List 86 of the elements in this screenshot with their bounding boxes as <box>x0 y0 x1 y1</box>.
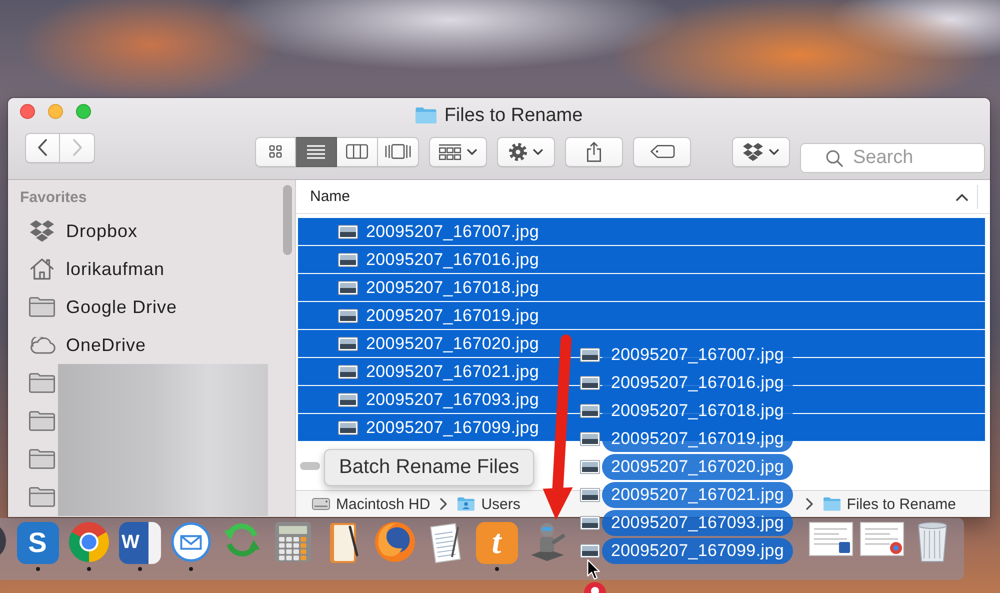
search-field[interactable]: Search <box>800 142 985 173</box>
folder-icon <box>415 107 438 124</box>
share-icon <box>587 142 601 162</box>
document-thumbnail-icon[interactable] <box>808 522 852 556</box>
file-name-pill: 20095207_167093.jpg <box>602 510 794 536</box>
file-name[interactable]: 20095207_167019.jpg <box>366 306 540 326</box>
tag-icon <box>650 145 674 158</box>
calculator-icon[interactable] <box>274 522 310 562</box>
gallery-view-button[interactable] <box>378 136 419 167</box>
back-button[interactable] <box>25 132 60 163</box>
image-file-icon <box>338 364 358 378</box>
image-file-icon <box>338 252 358 266</box>
path-item[interactable]: Macintosh HD <box>312 496 430 512</box>
list-icon <box>307 144 325 159</box>
file-name[interactable]: 20095207_167018.jpg <box>366 278 540 298</box>
tag-button[interactable] <box>633 136 691 167</box>
wheel-icon[interactable] <box>68 522 108 562</box>
image-file-icon <box>580 544 600 558</box>
file-name-pill: 20095207_167020.jpg <box>602 454 794 480</box>
grid-icon <box>269 145 282 158</box>
image-file-icon <box>338 336 358 350</box>
folder-icon <box>29 411 55 431</box>
file-name[interactable]: 20095207_167020.jpg <box>366 334 540 354</box>
close-button[interactable] <box>20 104 35 119</box>
folder-icon <box>29 373 55 393</box>
arrange-button[interactable] <box>429 136 487 167</box>
app-tile[interactable]: W <box>118 522 160 564</box>
zoom-button[interactable] <box>76 104 91 119</box>
folder-icon <box>29 297 55 317</box>
dropbox-button[interactable] <box>732 136 790 167</box>
image-file-icon <box>580 432 600 446</box>
file-name[interactable]: 20095207_167021.jpg <box>366 362 540 382</box>
image-file-icon <box>580 376 600 390</box>
home-icon <box>30 258 54 280</box>
image-file-icon <box>338 224 358 238</box>
share-button[interactable] <box>565 136 623 167</box>
file-name[interactable]: 20095207_167099.jpg <box>366 418 540 438</box>
sidebar-item[interactable]: Google Drive <box>8 288 283 326</box>
chevron-icon <box>440 498 448 510</box>
scrollbar-thumb[interactable] <box>300 462 320 470</box>
app-tile[interactable]: S <box>16 522 58 564</box>
image-file-icon <box>580 460 600 474</box>
image-file-icon <box>338 280 358 294</box>
folder-icon <box>29 487 55 507</box>
dropbox-icon <box>30 220 54 242</box>
scrollbar-thumb[interactable] <box>283 185 292 255</box>
path-item[interactable]: Users <box>457 496 520 512</box>
cursor-icon <box>587 559 600 580</box>
search-icon <box>826 150 843 167</box>
sidebar-item[interactable]: OneDrive <box>8 326 283 364</box>
folder-icon <box>29 449 55 469</box>
envelope-icon[interactable] <box>170 522 210 562</box>
sidebar-item[interactable]: Dropbox <box>8 212 283 250</box>
file-name-pill: 20095207_167099.jpg <box>602 538 794 564</box>
image-file-icon <box>338 308 358 322</box>
action-button[interactable] <box>497 136 555 167</box>
gallery-icon <box>385 144 411 160</box>
window-title: Files to Rename <box>444 104 583 127</box>
sidebar-heading: Favorites <box>19 188 88 208</box>
path-item[interactable]: Files to Rename <box>822 496 956 512</box>
document-thumbnail-icon[interactable] <box>860 522 904 556</box>
file-name[interactable]: 20095207_167007.jpg <box>366 222 540 242</box>
notebook-icon[interactable] <box>328 522 358 564</box>
cloud-icon <box>28 336 56 354</box>
globe-icon[interactable] <box>374 522 414 562</box>
image-file-icon <box>338 420 358 434</box>
image-file-icon <box>580 404 600 418</box>
tooltip: Batch Rename Files <box>324 449 534 486</box>
columns-icon <box>346 144 368 160</box>
chevron-icon <box>806 498 813 510</box>
image-file-icon <box>338 392 358 406</box>
sidebar-item[interactable]: lorikaufman <box>8 250 283 288</box>
folder-icon <box>822 497 841 511</box>
robot-icon[interactable] <box>530 522 565 561</box>
columns-view-button[interactable] <box>337 136 378 167</box>
file-name[interactable]: 20095207_167016.jpg <box>366 250 540 270</box>
file-name-pill: 20095207_167021.jpg <box>602 482 794 508</box>
icons-view-button[interactable] <box>255 136 296 167</box>
trash-icon[interactable] <box>918 522 947 562</box>
dropbox-icon <box>743 142 763 161</box>
grid-rows-icon <box>439 144 461 160</box>
user-folder-icon <box>457 497 476 511</box>
file-name[interactable]: 20095207_167093.jpg <box>366 390 540 410</box>
gear-icon <box>509 142 527 161</box>
image-file-icon <box>580 348 600 362</box>
list-view-button[interactable] <box>296 136 337 167</box>
